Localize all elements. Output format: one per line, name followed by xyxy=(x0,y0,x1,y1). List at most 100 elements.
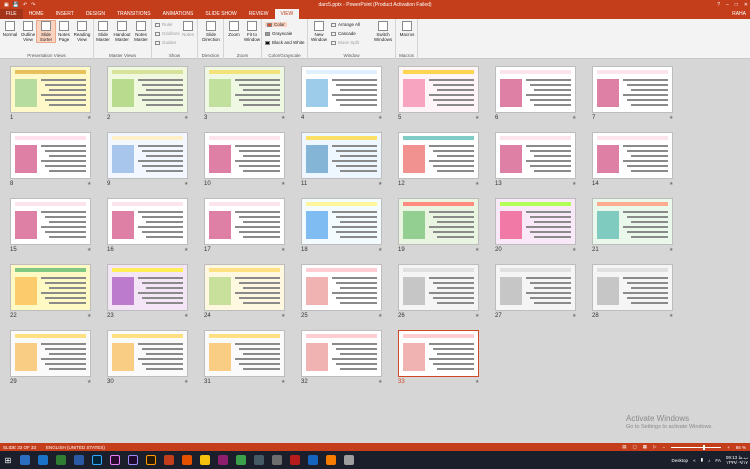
slide-thumbnail[interactable] xyxy=(204,66,285,113)
file-explorer-icon[interactable] xyxy=(20,455,30,465)
vlc-icon[interactable] xyxy=(326,455,336,465)
redo-icon[interactable]: ↷ xyxy=(31,2,35,8)
slide-thumbnail[interactable] xyxy=(592,198,673,245)
transition-star-icon[interactable]: ★ xyxy=(475,115,479,121)
transition-star-icon[interactable]: ★ xyxy=(378,115,382,121)
slide-thumbnail[interactable] xyxy=(10,66,91,113)
slide-sorter-area[interactable]: 1 ★ 2 ★ 3 ★ 4 ★ 5 ★ 6 ★ 7 ★ 8 ★ 9 ★ 10 ★ 11 ★ 12 ★ 13 ★ 14 ★ 15 ★ 16 ★ 1… xyxy=(0,60,750,443)
close-button[interactable]: ✕ xyxy=(744,2,748,8)
transition-star-icon[interactable]: ★ xyxy=(87,313,91,319)
transition-star-icon[interactable]: ★ xyxy=(572,115,576,121)
slide-thumbnail[interactable] xyxy=(592,132,673,179)
macros-button[interactable]: Macros xyxy=(398,21,416,37)
slide-thumbnail[interactable] xyxy=(107,66,188,113)
transition-star-icon[interactable]: ★ xyxy=(669,115,673,121)
slide-thumbnail[interactable] xyxy=(495,66,576,113)
firefox-icon[interactable] xyxy=(182,455,192,465)
minimize-button[interactable]: – xyxy=(726,2,729,8)
undo-icon[interactable]: ↶ xyxy=(23,2,27,8)
outline-view-button[interactable]: Outline View xyxy=(19,21,37,42)
network-icon[interactable]: ▮ xyxy=(701,457,703,463)
desktop-toolbar[interactable]: Desktop xyxy=(672,458,689,463)
tab-file[interactable]: FILE xyxy=(0,9,23,19)
illustrator-icon[interactable] xyxy=(146,455,156,465)
slide-thumbnail[interactable] xyxy=(107,198,188,245)
notes-page-button[interactable]: Notes Page xyxy=(55,21,73,42)
transition-star-icon[interactable]: ★ xyxy=(378,247,382,253)
slide-thumbnail[interactable] xyxy=(398,330,479,377)
tab-view[interactable]: VIEW xyxy=(274,9,300,19)
excel-icon[interactable] xyxy=(56,455,66,465)
slide-thumbnail[interactable] xyxy=(301,198,382,245)
slide-thumbnail[interactable] xyxy=(204,132,285,179)
sorter-view-status-icon[interactable]: ▦ xyxy=(643,444,647,450)
maximize-button[interactable]: □ xyxy=(735,2,738,8)
cascade-button[interactable]: Cascade xyxy=(331,31,356,36)
slide-master-button[interactable]: Slide Master xyxy=(94,21,112,42)
acrobat-icon[interactable] xyxy=(290,455,300,465)
slide-thumbnail[interactable] xyxy=(10,198,91,245)
transition-star-icon[interactable]: ★ xyxy=(87,115,91,121)
slide-thumbnail[interactable] xyxy=(495,132,576,179)
color-button[interactable]: Color xyxy=(265,22,287,27)
gridlines-checkbox[interactable]: Gridlines xyxy=(155,31,180,36)
fit-to-window-button[interactable]: Fit to Window xyxy=(243,21,261,42)
tab-animations[interactable]: ANIMATIONS xyxy=(157,9,200,19)
normal-view-button[interactable]: Normal xyxy=(1,21,19,37)
premiere-icon[interactable] xyxy=(110,455,120,465)
guides-checkbox[interactable]: Guides xyxy=(155,40,176,45)
slide-direction-button[interactable]: Slide Direction xyxy=(201,21,221,42)
language-indicator[interactable]: ENGLISH (UNITED STATES) xyxy=(46,445,105,450)
slide-thumbnail[interactable] xyxy=(10,132,91,179)
zoom-slider[interactable] xyxy=(671,444,722,450)
slideshow-status-icon[interactable]: ▷ xyxy=(653,444,656,450)
slide-thumbnail[interactable] xyxy=(398,132,479,179)
transition-star-icon[interactable]: ★ xyxy=(87,379,91,385)
zoom-level[interactable]: 66 % xyxy=(736,445,746,450)
transition-star-icon[interactable]: ★ xyxy=(669,181,673,187)
zoom-button[interactable]: Zoom xyxy=(225,21,243,37)
notes-toggle-icon[interactable]: ▤ xyxy=(622,444,626,450)
transition-star-icon[interactable]: ★ xyxy=(281,379,285,385)
transition-star-icon[interactable]: ★ xyxy=(184,181,188,187)
slide-thumbnail[interactable] xyxy=(301,330,382,377)
transition-star-icon[interactable]: ★ xyxy=(87,181,91,187)
tab-home[interactable]: HOME xyxy=(23,9,50,19)
tab-review[interactable]: REVIEW xyxy=(243,9,275,19)
slide-thumbnail[interactable] xyxy=(204,330,285,377)
transition-star-icon[interactable]: ★ xyxy=(87,247,91,253)
powerpoint-taskbar-icon[interactable] xyxy=(164,455,174,465)
volume-icon[interactable]: ♪ xyxy=(708,458,710,463)
ruler-checkbox[interactable]: Ruler xyxy=(155,22,173,27)
chrome-icon[interactable] xyxy=(200,455,210,465)
grayscale-button[interactable]: Grayscale xyxy=(265,31,292,36)
slide-thumbnail[interactable] xyxy=(107,330,188,377)
transition-star-icon[interactable]: ★ xyxy=(378,379,382,385)
tab-insert[interactable]: INSERT xyxy=(50,9,80,19)
slide-counter[interactable]: SLIDE 33 OF 33 xyxy=(3,445,36,450)
slide-thumbnail[interactable] xyxy=(495,198,576,245)
arrange-all-button[interactable]: Arrange All xyxy=(331,22,360,27)
word-icon[interactable] xyxy=(74,455,84,465)
help-button[interactable]: ? xyxy=(717,2,720,8)
transition-star-icon[interactable]: ★ xyxy=(378,313,382,319)
transition-star-icon[interactable]: ★ xyxy=(572,181,576,187)
transition-star-icon[interactable]: ★ xyxy=(184,313,188,319)
app-gray-icon[interactable] xyxy=(254,455,264,465)
transition-star-icon[interactable]: ★ xyxy=(475,181,479,187)
slide-thumbnail[interactable] xyxy=(398,198,479,245)
slide-thumbnail[interactable] xyxy=(301,264,382,311)
clock[interactable]: 09:13 ب.ظ ۱۳۹۹/۰۹/۱۷ xyxy=(726,455,748,465)
transition-star-icon[interactable]: ★ xyxy=(281,181,285,187)
transition-star-icon[interactable]: ★ xyxy=(475,247,479,253)
slide-thumbnail[interactable] xyxy=(301,66,382,113)
tab-design[interactable]: DESIGN xyxy=(80,9,111,19)
zoom-slider-knob[interactable] xyxy=(703,444,706,450)
tab-slide-show[interactable]: SLIDE SHOW xyxy=(199,9,242,19)
app-file-icon[interactable] xyxy=(272,455,282,465)
tray-arrow-icon[interactable]: « xyxy=(693,458,696,463)
slide-thumbnail[interactable] xyxy=(592,264,673,311)
transition-star-icon[interactable]: ★ xyxy=(184,247,188,253)
transition-star-icon[interactable]: ★ xyxy=(184,115,188,121)
slide-thumbnail[interactable] xyxy=(10,264,91,311)
